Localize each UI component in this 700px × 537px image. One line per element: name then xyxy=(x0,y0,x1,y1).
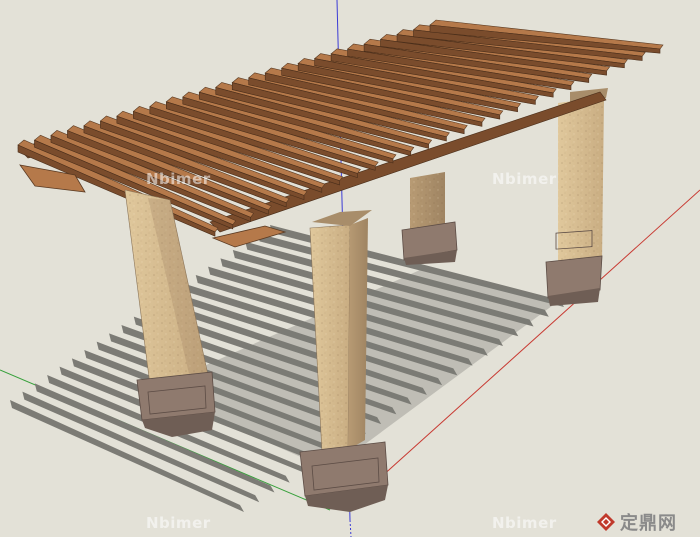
brand-name: 定鼎网 xyxy=(620,513,677,534)
diamond-logo-icon xyxy=(597,513,615,531)
watermark-bottom-right: Nbimer xyxy=(492,514,557,532)
pergola-shadow xyxy=(10,225,564,512)
watermark-top-right: Nbimer xyxy=(492,170,557,188)
back-left-column xyxy=(401,172,458,265)
blue-axis-dashed xyxy=(349,519,352,537)
watermark-top-left: Nbimer xyxy=(146,170,211,188)
brand-mark: 定鼎网 xyxy=(596,509,677,535)
watermark-bottom-left: Nbimer xyxy=(146,514,211,532)
sketchup-viewport[interactable] xyxy=(0,0,700,537)
back-right-column xyxy=(545,88,608,306)
